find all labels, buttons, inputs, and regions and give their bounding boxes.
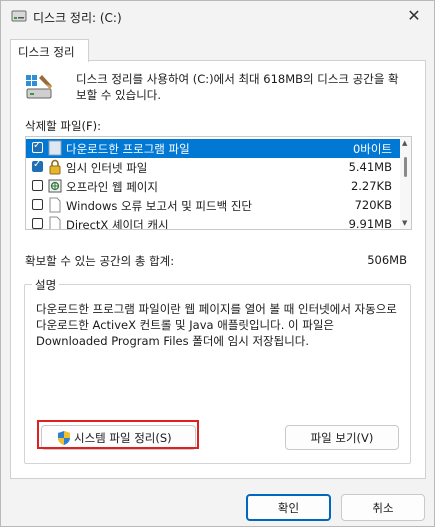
tab-label: 디스크 정리	[18, 45, 75, 59]
list-item-size: 2.27KB	[350, 179, 392, 193]
list-item-size: 0바이트	[352, 142, 392, 156]
list-item-name: 다운로드한 프로그램 파일	[66, 142, 190, 156]
tab-disk-cleanup[interactable]: 디스크 정리	[10, 39, 89, 62]
document-icon	[49, 197, 61, 213]
list-item[interactable]: 오프라인 웹 페이지 2.27KB	[26, 177, 400, 196]
list-item-size: 5.41MB	[348, 160, 392, 174]
window-title: 디스크 정리: (C:)	[33, 11, 122, 25]
description-title: 설명	[32, 277, 60, 293]
view-files-button[interactable]: 파일 보기(V)	[285, 425, 399, 450]
total-space-label: 확보할 수 있는 공간의 총 합계:	[25, 254, 175, 268]
scroll-thumb[interactable]	[404, 157, 407, 177]
checkbox[interactable]	[32, 218, 43, 229]
list-item-size: 720KB	[354, 198, 392, 212]
checkbox[interactable]	[32, 159, 43, 172]
scroll-up-icon[interactable]: ▲	[402, 139, 407, 147]
list-item-name: 임시 인터넷 파일	[66, 161, 148, 175]
list-item[interactable]: DirectX 셰이더 캐시 9.91MB	[26, 215, 400, 230]
files-list[interactable]: 다운로드한 프로그램 파일 0바이트 임시 인터넷 파일 5.41MB 오프라인…	[25, 136, 412, 230]
cancel-button[interactable]: 취소	[341, 494, 425, 521]
checkbox[interactable]	[32, 140, 43, 153]
list-item-name: 오프라인 웹 페이지	[66, 180, 158, 194]
ok-button[interactable]: 확인	[246, 494, 331, 521]
disk-cleanup-window: 디스크 정리: (C:) ✕ 디스크 정리 디스크 정리를 사용하여 (C:)에…	[0, 0, 435, 527]
close-icon[interactable]: ✕	[402, 4, 426, 28]
offline-page-icon	[48, 179, 62, 193]
checkbox[interactable]	[32, 180, 43, 191]
intro-text: 디스크 정리를 사용하여 (C:)에서 최대 618MB의 디스크 공간을 확보…	[76, 72, 399, 102]
lock-icon	[49, 159, 61, 175]
list-item-name: DirectX 셰이더 캐시	[66, 218, 169, 230]
disk-cleanup-app-icon	[11, 10, 27, 22]
files-to-delete-label: 삭제할 파일(F):	[25, 119, 102, 133]
checkbox[interactable]	[32, 199, 43, 210]
list-item[interactable]: 다운로드한 프로그램 파일 0바이트	[26, 139, 400, 158]
list-item[interactable]: Windows 오류 보고서 및 피드백 진단 720KB	[26, 196, 400, 215]
cleanup-system-files-button[interactable]: 시스템 파일 정리(S)	[41, 425, 196, 450]
drive-cleanup-icon	[26, 75, 52, 99]
list-item-size: 9.91MB	[348, 217, 392, 230]
title-bar: 디스크 정리: (C:) ✕	[1, 1, 434, 31]
cleanup-system-files-label: 시스템 파일 정리(S)	[74, 431, 172, 445]
list-item[interactable]: 임시 인터넷 파일 5.41MB	[26, 158, 400, 177]
scroll-down-icon[interactable]: ▼	[402, 219, 407, 227]
list-item-name: Windows 오류 보고서 및 피드백 진단	[66, 199, 252, 213]
uac-shield-icon	[58, 431, 70, 445]
list-scrollbar[interactable]: ▲ ▼	[400, 137, 411, 229]
document-icon	[49, 216, 61, 229]
folder-icon	[48, 140, 62, 156]
total-space-value: 506MB	[367, 253, 407, 267]
description-text: 다운로드한 프로그램 파일이란 웹 페이지를 열어 볼 때 인터넷에서 자동으로…	[36, 302, 397, 348]
